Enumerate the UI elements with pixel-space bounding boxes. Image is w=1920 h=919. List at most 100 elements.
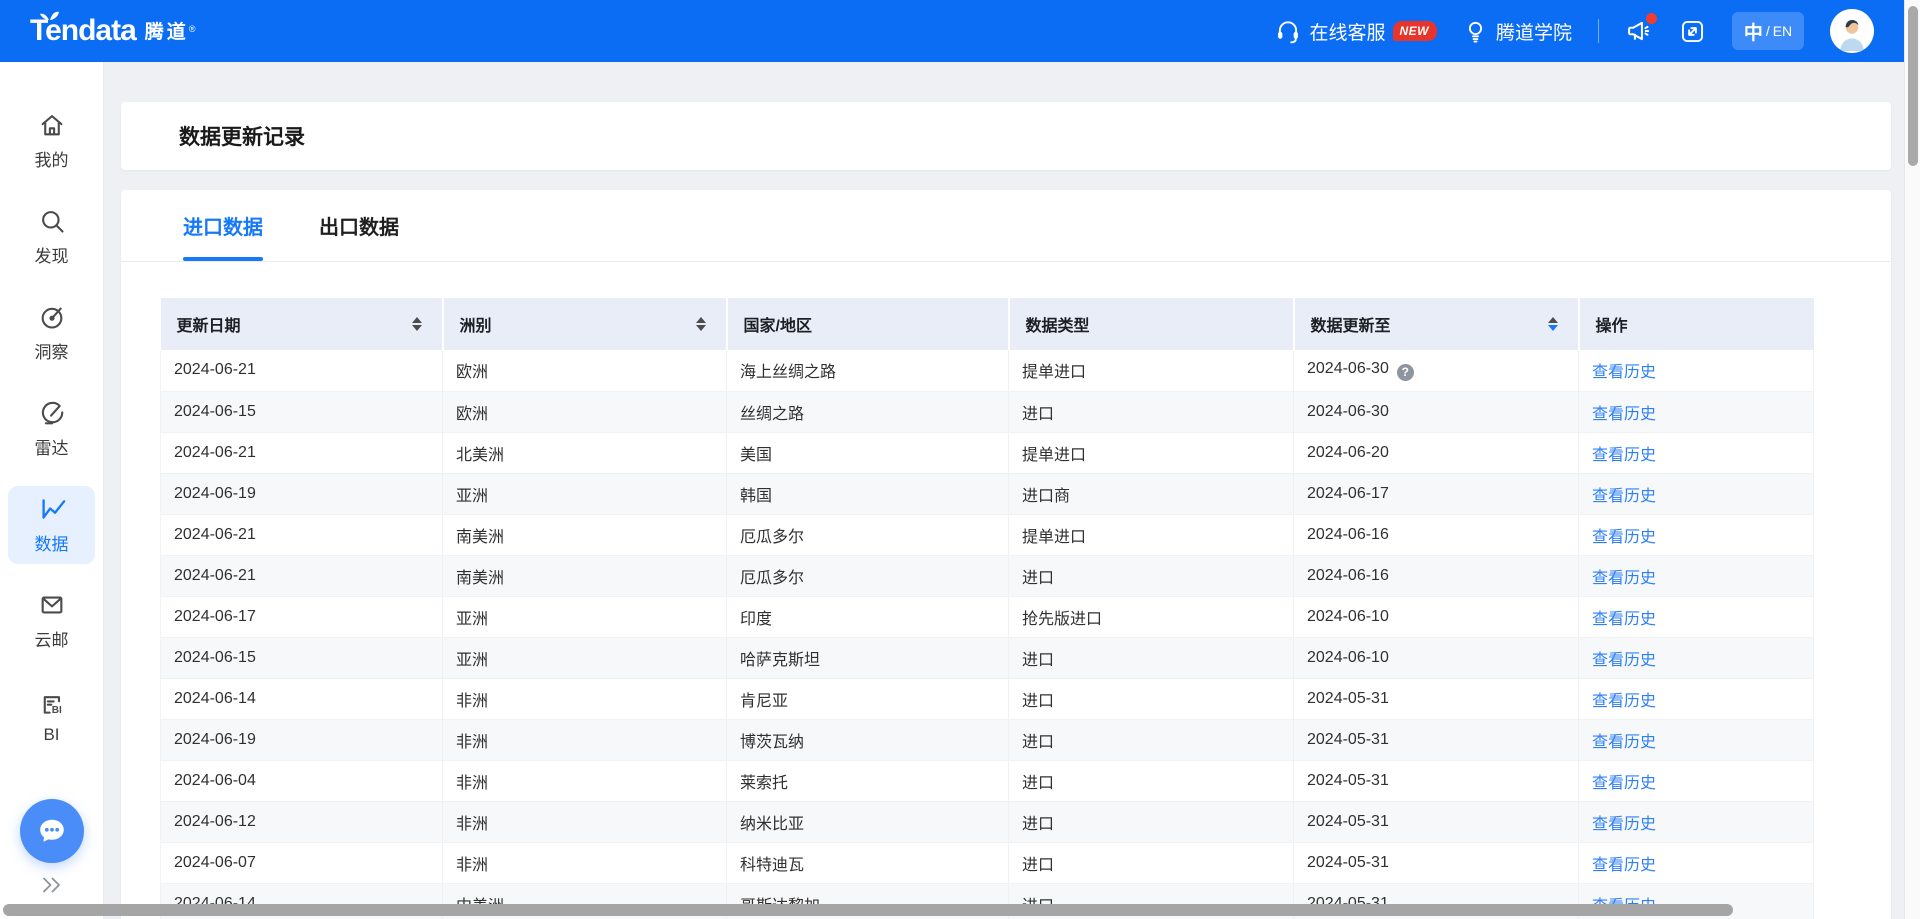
view-history-link[interactable]: 查看历史 <box>1592 775 1656 792</box>
cell-update-date: 2024-06-14 <box>161 678 443 719</box>
cell-updated-to: 2024-06-20 <box>1294 432 1579 473</box>
sidebar-item-bi[interactable]: BI BI <box>8 678 95 756</box>
cell-data-type: 抢先版进口 <box>1009 596 1294 637</box>
sort-carets-icon[interactable] <box>412 317 422 331</box>
language-toggle[interactable]: 中 / EN <box>1732 12 1804 50</box>
cell-data-type: 提单进口 <box>1009 350 1294 391</box>
view-history-link[interactable]: 查看历史 <box>1592 652 1656 669</box>
view-history-link[interactable]: 查看历史 <box>1592 406 1656 423</box>
cell-updated-to: 2024-06-30? <box>1294 350 1579 391</box>
cell-continent: 亚洲 <box>443 596 727 637</box>
cell-country: 莱索托 <box>727 760 1009 801</box>
sidebar-item-label: 洞察 <box>35 338 69 363</box>
sidebar-item-insight[interactable]: 洞察 <box>8 294 95 372</box>
horizontal-scrollbar[interactable] <box>0 903 1904 918</box>
cell-action: 查看历史 <box>1579 760 1814 801</box>
cell-country: 科特迪瓦 <box>727 842 1009 883</box>
app-page: Tendata 腾道 ® 在线客服 NEW 腾道学院 <box>0 0 1904 919</box>
avatar[interactable] <box>1830 9 1874 53</box>
cell-update-date: 2024-06-07 <box>161 842 443 883</box>
cell-data-type: 进口 <box>1009 555 1294 596</box>
cell-update-date: 2024-06-21 <box>161 555 443 596</box>
view-history-link[interactable]: 查看历史 <box>1592 816 1656 833</box>
view-history-link[interactable]: 查看历史 <box>1592 734 1656 751</box>
sort-carets-icon[interactable] <box>1548 317 1558 331</box>
sidebar-item-label: 雷达 <box>35 434 69 459</box>
cell-updated-to: 2024-06-10 <box>1294 596 1579 637</box>
fullscreen-button[interactable] <box>1679 18 1706 45</box>
view-history-link[interactable]: 查看历史 <box>1592 611 1656 628</box>
cell-updated-to: 2024-05-31 <box>1294 719 1579 760</box>
vertical-scrollbar[interactable] <box>1904 0 1920 919</box>
sidebar-expand-button[interactable] <box>40 875 64 895</box>
announcements-button[interactable] <box>1625 17 1653 45</box>
column-header-continent[interactable]: 洲别 <box>443 298 727 350</box>
column-header-data-type: 数据类型 <box>1009 298 1294 350</box>
question-icon[interactable]: ? <box>1397 364 1414 381</box>
cell-action: 查看历史 <box>1579 596 1814 637</box>
sidebar-item-radar[interactable]: 雷达 <box>8 390 95 468</box>
sidebar-item-discover[interactable]: 发现 <box>8 198 95 276</box>
title-card: 数据更新记录 <box>121 102 1891 170</box>
online-service-link[interactable]: 在线客服 NEW <box>1275 18 1437 45</box>
cell-action: 查看历史 <box>1579 473 1814 514</box>
sidebar-item-mail[interactable]: 云邮 <box>8 582 95 660</box>
cell-update-date: 2024-06-19 <box>161 473 443 514</box>
tab-import-data[interactable]: 进口数据 <box>183 190 263 261</box>
table-body: 2024-06-21 欧洲 海上丝绸之路 提单进口 2024-06-30? 查看… <box>161 350 1814 919</box>
table-row: 2024-06-21 北美洲 美国 提单进口 2024-06-20 查看历史 <box>161 432 1814 473</box>
view-history-link[interactable]: 查看历史 <box>1592 857 1656 874</box>
cell-update-date: 2024-06-17 <box>161 596 443 637</box>
view-history-link[interactable]: 查看历史 <box>1592 693 1656 710</box>
sort-carets-icon[interactable] <box>696 317 706 331</box>
table-row: 2024-06-15 亚洲 哈萨克斯坦 进口 2024-06-10 查看历史 <box>161 637 1814 678</box>
cell-action: 查看历史 <box>1579 391 1814 432</box>
vertical-scrollbar-thumb[interactable] <box>1908 6 1918 166</box>
cell-country: 海上丝绸之路 <box>727 350 1009 391</box>
cell-updated-to: 2024-05-31 <box>1294 842 1579 883</box>
cell-data-type: 进口 <box>1009 678 1294 719</box>
cell-action: 查看历史 <box>1579 678 1814 719</box>
cell-country: 厄瓜多尔 <box>727 514 1009 555</box>
view-history-link[interactable]: 查看历史 <box>1592 488 1656 505</box>
cell-updated-to: 2024-06-17 <box>1294 473 1579 514</box>
sidebar-item-data[interactable]: 数据 <box>8 486 95 564</box>
academy-label: 腾道学院 <box>1496 18 1572 45</box>
view-history-link[interactable]: 查看历史 <box>1592 364 1656 381</box>
chat-button[interactable] <box>20 799 84 863</box>
cell-action: 查看历史 <box>1579 842 1814 883</box>
view-history-link[interactable]: 查看历史 <box>1592 447 1656 464</box>
cell-updated-to: 2024-06-16 <box>1294 514 1579 555</box>
cell-continent: 非洲 <box>443 678 727 719</box>
cell-data-type: 进口商 <box>1009 473 1294 514</box>
academy-link[interactable]: 腾道学院 <box>1463 18 1572 45</box>
cell-continent: 欧洲 <box>443 350 727 391</box>
nav-divider <box>1598 19 1599 43</box>
cell-country: 韩国 <box>727 473 1009 514</box>
cell-action: 查看历史 <box>1579 801 1814 842</box>
cell-continent: 非洲 <box>443 801 727 842</box>
cell-updated-to: 2024-06-30 <box>1294 391 1579 432</box>
view-history-link[interactable]: 查看历史 <box>1592 529 1656 546</box>
cell-continent: 非洲 <box>443 760 727 801</box>
table-row: 2024-06-15 欧洲 丝绸之路 进口 2024-06-30 查看历史 <box>161 391 1814 432</box>
main-content: 数据更新记录 进口数据 出口数据 更新日期 <box>104 62 1904 919</box>
cell-continent: 南美洲 <box>443 514 727 555</box>
cell-data-type: 进口 <box>1009 391 1294 432</box>
cell-updated-to: 2024-05-31 <box>1294 760 1579 801</box>
bulb-icon <box>1463 19 1488 44</box>
tab-export-data[interactable]: 出口数据 <box>319 190 399 261</box>
cell-continent: 亚洲 <box>443 637 727 678</box>
column-header-update-date[interactable]: 更新日期 <box>161 298 443 350</box>
sidebar-item-home[interactable]: 我的 <box>8 102 95 180</box>
column-header-updated-to[interactable]: 数据更新至 <box>1294 298 1579 350</box>
cell-update-date: 2024-06-21 <box>161 432 443 473</box>
view-history-link[interactable]: 查看历史 <box>1592 570 1656 587</box>
cell-update-date: 2024-06-21 <box>161 514 443 555</box>
horizontal-scrollbar-thumb[interactable] <box>3 904 1733 916</box>
cell-data-type: 进口 <box>1009 842 1294 883</box>
tendata-logo[interactable]: Tendata 腾道 ® <box>30 16 195 46</box>
cell-update-date: 2024-06-12 <box>161 801 443 842</box>
sidebar-item-label: 发现 <box>35 242 69 267</box>
double-chevron-icon <box>40 875 64 895</box>
